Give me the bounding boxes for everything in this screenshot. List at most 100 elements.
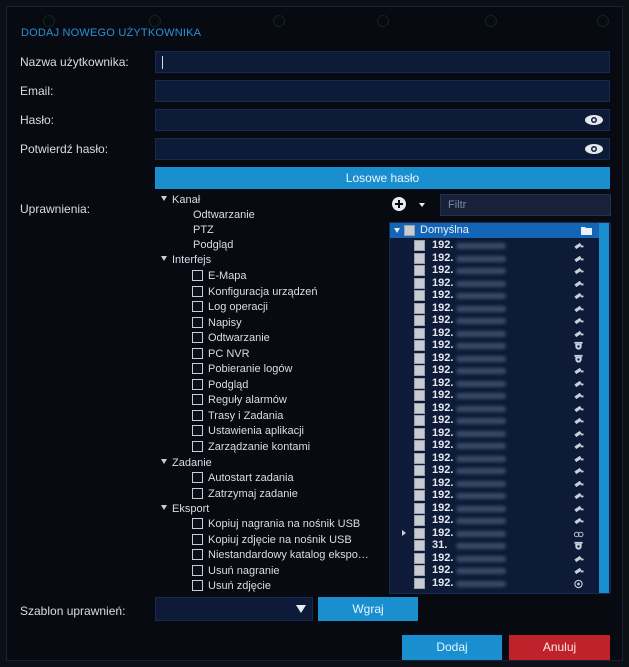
checkbox[interactable]	[414, 502, 425, 514]
add-icon[interactable]	[392, 197, 406, 211]
chevron-down-icon[interactable]	[419, 203, 425, 207]
expand-icon[interactable]	[402, 529, 406, 536]
checkbox[interactable]	[414, 540, 425, 551]
tree-item[interactable]: Reguły alarmów	[192, 393, 287, 408]
checkbox[interactable]	[192, 425, 203, 436]
checkbox[interactable]	[192, 363, 203, 374]
tree-group-kanal[interactable]: Kanał	[161, 193, 200, 208]
tree-item[interactable]: Zarządzanie kontami	[192, 440, 310, 455]
checkbox[interactable]	[192, 379, 203, 390]
show-password-icon[interactable]	[584, 143, 604, 155]
checkbox[interactable]	[414, 315, 425, 326]
tree-item[interactable]: Log operacji	[192, 300, 268, 315]
checkbox[interactable]	[414, 265, 425, 276]
checkbox[interactable]	[414, 290, 425, 301]
checkbox[interactable]	[414, 415, 425, 426]
resource-group-row[interactable]: Domyślna	[390, 223, 600, 238]
checkbox[interactable]	[414, 390, 425, 401]
checkbox[interactable]	[414, 440, 425, 451]
checkbox[interactable]	[414, 277, 425, 289]
tree-item[interactable]: Kopiuj nagrania na nośnik USB	[192, 517, 360, 532]
tree-group-eksport[interactable]: Eksport	[161, 502, 209, 517]
tree-item[interactable]: Odtwarzanie	[192, 331, 270, 346]
show-password-icon[interactable]	[584, 114, 604, 126]
tree-item[interactable]: Ustawienia aplikacji	[192, 424, 304, 439]
checkbox[interactable]	[414, 327, 425, 339]
checkbox[interactable]	[192, 394, 203, 405]
tree-item[interactable]: Zatrzymaj zadanie	[192, 487, 298, 502]
tree-item[interactable]: Kopiuj zdjęcie na nośnik USB	[192, 533, 352, 548]
tree-item[interactable]: E-Mapa	[192, 269, 247, 284]
tree-item[interactable]: Usuń zdjęcie	[192, 579, 271, 594]
random-password-button[interactable]: Losowe hasło	[155, 167, 610, 189]
checkbox[interactable]	[192, 565, 203, 576]
checkbox[interactable]	[414, 577, 425, 589]
redacted-ip	[456, 368, 506, 374]
checkbox[interactable]	[414, 302, 425, 314]
checkbox[interactable]	[414, 490, 425, 501]
checkbox[interactable]	[192, 317, 203, 328]
password-field[interactable]	[155, 109, 610, 131]
checkbox[interactable]	[414, 252, 425, 264]
checkbox[interactable]	[414, 465, 425, 476]
tree-item[interactable]: Konfiguracja urządzeń	[192, 285, 317, 300]
scrollbar[interactable]	[599, 223, 609, 593]
checkbox[interactable]	[192, 348, 203, 359]
tree-item[interactable]: Usuń nagranie	[192, 564, 280, 579]
tree-item[interactable]: Pobieranie logów	[192, 362, 292, 377]
collapse-icon[interactable]	[161, 505, 167, 510]
tree-item[interactable]: Niestandardowy katalog ekspo…	[192, 548, 369, 563]
checkbox[interactable]	[192, 488, 203, 499]
add-button[interactable]: Dodaj	[402, 635, 502, 660]
collapse-icon[interactable]	[394, 228, 400, 233]
checkbox[interactable]	[414, 527, 425, 539]
tree-item[interactable]: Podgląd	[192, 378, 248, 393]
cancel-button[interactable]: Anuluj	[509, 635, 610, 660]
collapse-icon[interactable]	[161, 459, 167, 464]
checkbox[interactable]	[192, 332, 203, 343]
resource-device-row[interactable]: 192.	[390, 576, 600, 591]
checkbox[interactable]	[404, 225, 415, 236]
checkbox[interactable]	[414, 340, 425, 351]
tree-item[interactable]: Napisy	[192, 316, 242, 331]
checkbox[interactable]	[414, 552, 425, 564]
checkbox[interactable]	[192, 286, 203, 297]
tree-item[interactable]: Odtwarzanie	[193, 208, 255, 223]
username-field[interactable]	[155, 51, 610, 73]
tree-item[interactable]: Trasy i Zadania	[192, 409, 283, 424]
checkbox[interactable]	[414, 365, 425, 376]
tree-item[interactable]: Autostart zadania	[192, 471, 294, 486]
email-field[interactable]	[155, 80, 610, 102]
tree-group-zadanie[interactable]: Zadanie	[161, 456, 212, 471]
tree-group-interfejs[interactable]: Interfejs	[161, 253, 211, 268]
checkbox[interactable]	[192, 534, 203, 545]
load-template-button[interactable]: Wgraj	[318, 597, 418, 621]
checkbox[interactable]	[192, 580, 203, 591]
confirm-password-field[interactable]	[155, 138, 610, 160]
permission-template-select[interactable]	[155, 597, 313, 621]
checkbox[interactable]	[192, 549, 203, 560]
checkbox[interactable]	[192, 301, 203, 312]
dropdown-arrow-icon[interactable]	[296, 605, 306, 613]
tree-item[interactable]: PC NVR	[192, 347, 250, 362]
redacted-ip	[456, 343, 506, 349]
checkbox[interactable]	[414, 427, 425, 439]
checkbox[interactable]	[414, 477, 425, 489]
checkbox[interactable]	[414, 452, 425, 464]
checkbox[interactable]	[192, 270, 203, 281]
tree-item[interactable]: Podgląd	[193, 238, 233, 253]
filter-input[interactable]: Filtr	[440, 194, 611, 216]
tree-item[interactable]: PTZ	[193, 223, 214, 238]
checkbox[interactable]	[414, 352, 425, 364]
checkbox[interactable]	[414, 565, 425, 576]
checkbox[interactable]	[414, 377, 425, 389]
checkbox[interactable]	[192, 472, 203, 483]
checkbox[interactable]	[414, 240, 425, 251]
checkbox[interactable]	[192, 441, 203, 452]
checkbox[interactable]	[192, 410, 203, 421]
collapse-icon[interactable]	[161, 256, 167, 261]
collapse-icon[interactable]	[161, 196, 167, 201]
checkbox[interactable]	[414, 515, 425, 526]
checkbox[interactable]	[192, 518, 203, 529]
checkbox[interactable]	[414, 402, 425, 414]
